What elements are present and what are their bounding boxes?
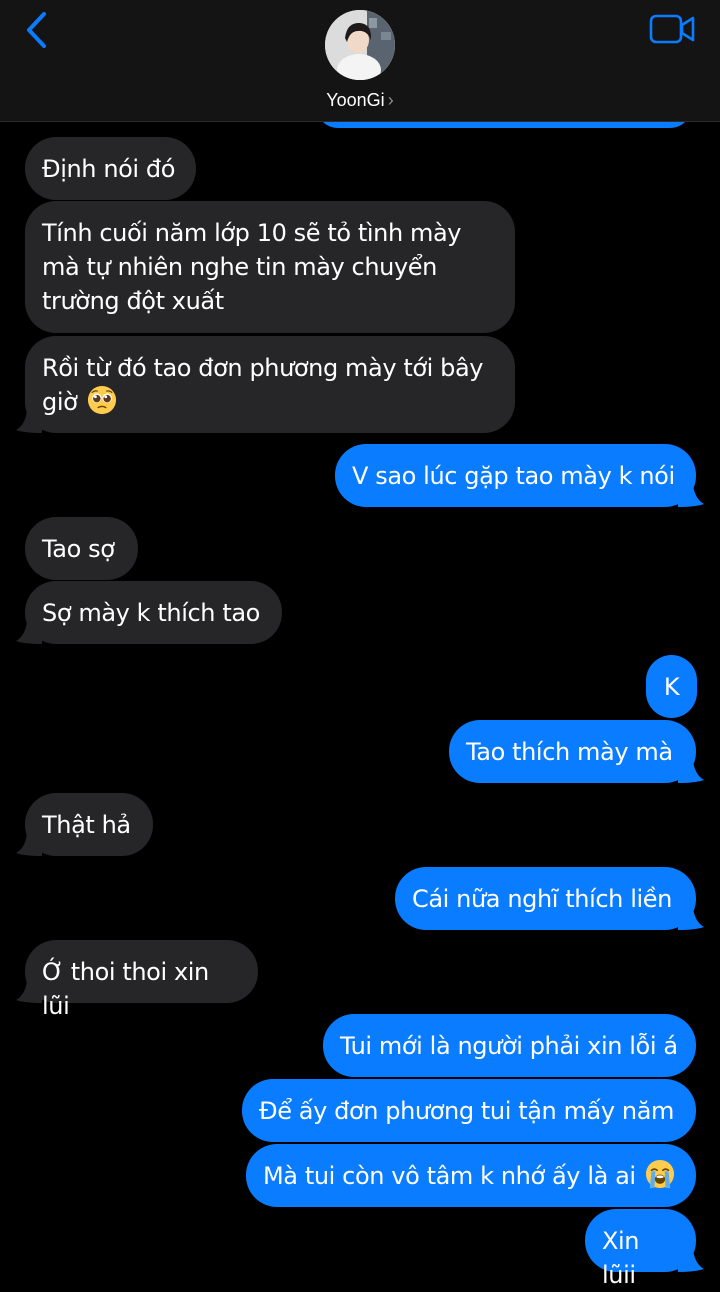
outgoing-bubble-tail	[678, 908, 704, 930]
message-text: Ớ thoi thoi xin lũi	[42, 958, 209, 1020]
message-text: Tui mới là người phải xin lỗi á	[340, 1032, 678, 1060]
avatar-image	[325, 10, 395, 80]
message-bubble-incoming[interactable]: Sợ mày k thích tao	[25, 581, 282, 644]
message-text: V sao lúc gặp tao mày k nói	[352, 462, 675, 490]
message-bubble-outgoing[interactable]: V sao lúc gặp tao mày k nói	[335, 444, 696, 507]
incoming-bubble-tail	[16, 981, 42, 1003]
message-text: Mà tui còn vô tâm k nhớ ấy là ai	[263, 1162, 636, 1190]
message-text: K	[663, 673, 680, 701]
incoming-bubble-tail	[16, 834, 42, 856]
incoming-bubble-tail	[16, 411, 42, 433]
video-camera-icon[interactable]	[648, 12, 696, 46]
message-text: Định nói đó	[42, 155, 176, 183]
message-thread[interactable]: Định nói đó Tính cuối năm lớp 10 sẽ tỏ t…	[0, 0, 720, 1289]
incoming-bubble-tail	[16, 622, 42, 644]
message-text: Để ấy đơn phương tui tận mấy năm	[259, 1097, 674, 1125]
conversation-header: YoonGi ›	[0, 0, 720, 122]
message-bubble-incoming[interactable]: Ớ thoi thoi xin lũi	[25, 940, 258, 1020]
chevron-left-icon[interactable]	[20, 10, 54, 50]
message-bubble-incoming[interactable]: Định nói đó	[25, 137, 196, 200]
contact-name-text: YoonGi	[326, 90, 385, 110]
contact-name[interactable]: YoonGi ›	[0, 90, 720, 111]
message-bubble-outgoing[interactable]: Tao thích mày mà	[449, 720, 696, 783]
message-text: Tao sợ	[42, 535, 115, 563]
message-bubble-outgoing[interactable]: K	[646, 655, 697, 718]
message-text: Thật hả	[42, 811, 131, 839]
message-text: Tính cuối năm lớp 10 sẽ tỏ tình mày mà t…	[42, 219, 462, 315]
message-bubble-outgoing[interactable]: Tui mới là người phải xin lỗi á	[323, 1014, 696, 1077]
outgoing-bubble-tail	[678, 761, 704, 783]
message-text: Cái nữa nghĩ thích liền	[412, 885, 672, 913]
message-bubble-incoming[interactable]: Rồi từ đó tao đơn phương mày tới bây giờ	[25, 336, 515, 433]
message-text: Sợ mày k thích tao	[42, 599, 260, 627]
outgoing-bubble-tail	[678, 485, 704, 507]
message-text: Xin lũii	[602, 1227, 640, 1289]
message-bubble-incoming[interactable]: Thật hả	[25, 793, 153, 856]
message-bubble-outgoing[interactable]: Để ấy đơn phương tui tận mấy năm	[242, 1079, 696, 1142]
outgoing-bubble-tail	[678, 1250, 704, 1272]
message-bubble-incoming[interactable]: Tao sợ	[25, 517, 138, 580]
chevron-right-icon: ›	[387, 90, 394, 110]
message-text: Tao thích mày mà	[466, 738, 673, 766]
contact-avatar[interactable]	[325, 10, 395, 80]
message-bubble-incoming[interactable]: Tính cuối năm lớp 10 sẽ tỏ tình mày mà t…	[25, 201, 515, 333]
message-bubble-outgoing[interactable]: Mà tui còn vô tâm k nhớ ấy là ai	[246, 1144, 696, 1207]
pleading-face-emoji	[87, 385, 116, 415]
message-bubble-outgoing[interactable]: Cái nữa nghĩ thích liền	[395, 867, 696, 930]
loudly-crying-face-emoji	[645, 1159, 674, 1189]
